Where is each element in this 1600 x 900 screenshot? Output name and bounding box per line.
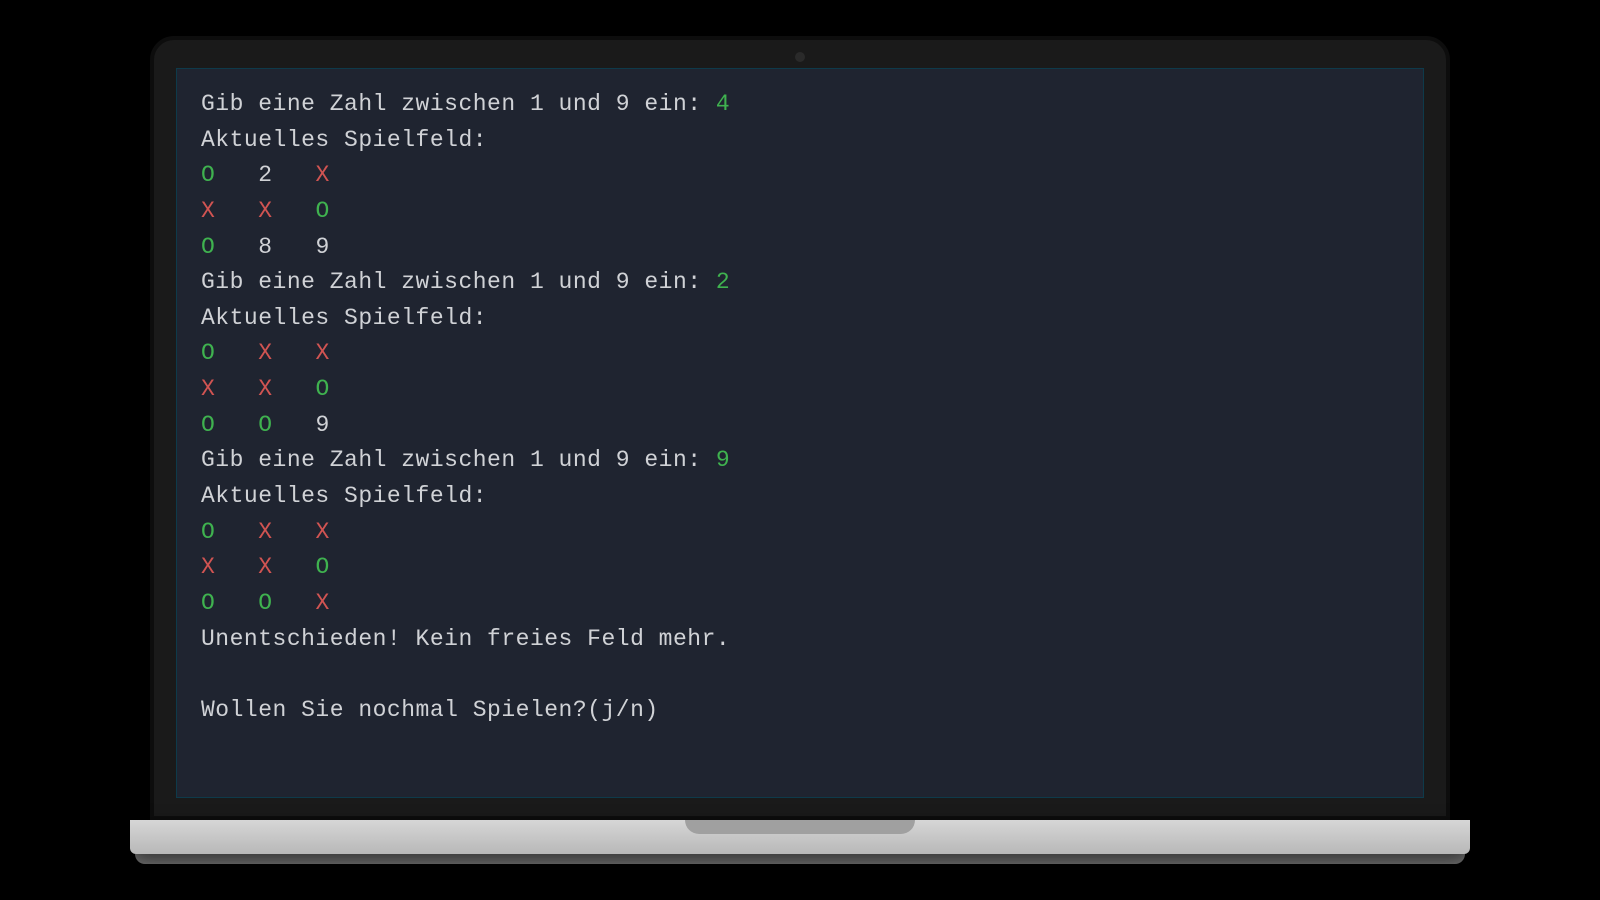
user-input[interactable]: 4	[716, 91, 730, 117]
board-cell: X	[258, 376, 272, 402]
board-row: O 2 X	[201, 158, 1399, 194]
user-input[interactable]: 2	[716, 269, 730, 295]
prompt-text: Gib eine Zahl zwischen 1 und 9 ein:	[201, 91, 716, 117]
board-cell: O	[201, 519, 215, 545]
board-cell: 8	[258, 234, 272, 260]
result-message: Unentschieden! Kein freies Feld mehr.	[201, 622, 1399, 658]
board-cell: 9	[315, 234, 329, 260]
board-cell: O	[201, 340, 215, 366]
board-cell: O	[315, 554, 329, 580]
terminal-output[interactable]: Gib eine Zahl zwischen 1 und 9 ein: 4 Akt…	[176, 68, 1424, 798]
board-cell: X	[201, 554, 215, 580]
board-cell: X	[315, 340, 329, 366]
board-cell: O	[315, 198, 329, 224]
prompt-text: Gib eine Zahl zwischen 1 und 9 ein:	[201, 447, 716, 473]
input-prompt-line: Gib eine Zahl zwischen 1 und 9 ein: 4	[201, 87, 1399, 123]
board-cell: X	[258, 340, 272, 366]
board-cell: O	[315, 376, 329, 402]
laptop-base	[130, 820, 1470, 854]
result-text: Unentschieden! Kein freies Feld mehr.	[201, 626, 730, 652]
replay-prompt-text: Wollen Sie nochmal Spielen?(j/n)	[201, 697, 659, 723]
board-header: Aktuelles Spielfeld:	[201, 301, 1399, 337]
board-header: Aktuelles Spielfeld:	[201, 479, 1399, 515]
board-cell: O	[201, 412, 215, 438]
trackpad-notch	[685, 820, 915, 834]
board-cell: X	[315, 162, 329, 188]
board-header-text: Aktuelles Spielfeld:	[201, 483, 487, 509]
board-cell: 2	[258, 162, 272, 188]
laptop-bezel: Gib eine Zahl zwischen 1 und 9 ein: 4 Akt…	[150, 36, 1450, 820]
replay-prompt[interactable]: Wollen Sie nochmal Spielen?(j/n)	[201, 693, 1399, 729]
laptop-foot	[135, 854, 1465, 864]
input-prompt-line: Gib eine Zahl zwischen 1 und 9 ein: 2	[201, 265, 1399, 301]
board-cell: X	[315, 590, 329, 616]
board-row: X X O	[201, 550, 1399, 586]
board-row: X X O	[201, 372, 1399, 408]
board-cell: O	[201, 590, 215, 616]
board-cell: X	[258, 519, 272, 545]
board-header: Aktuelles Spielfeld:	[201, 123, 1399, 159]
board-row: O X X	[201, 515, 1399, 551]
board-cell: X	[201, 198, 215, 224]
board-cell: X	[201, 376, 215, 402]
board-row: X X O	[201, 194, 1399, 230]
board-cell: O	[201, 234, 215, 260]
board-row: O O 9	[201, 408, 1399, 444]
blank-line	[201, 657, 1399, 693]
board-cell: X	[315, 519, 329, 545]
input-prompt-line: Gib eine Zahl zwischen 1 und 9 ein: 9	[201, 443, 1399, 479]
board-row: O 8 9	[201, 230, 1399, 266]
prompt-text: Gib eine Zahl zwischen 1 und 9 ein:	[201, 269, 716, 295]
board-cell: X	[258, 554, 272, 580]
board-header-text: Aktuelles Spielfeld:	[201, 127, 487, 153]
board-header-text: Aktuelles Spielfeld:	[201, 305, 487, 331]
laptop-mockup: Gib eine Zahl zwischen 1 und 9 ein: 4 Akt…	[150, 36, 1450, 864]
board-cell: 9	[315, 412, 329, 438]
user-input[interactable]: 9	[716, 447, 730, 473]
board-cell: O	[258, 412, 272, 438]
board-row: O O X	[201, 586, 1399, 622]
board-row: O X X	[201, 336, 1399, 372]
webcam-icon	[795, 52, 805, 62]
board-cell: O	[201, 162, 215, 188]
board-cell: X	[258, 198, 272, 224]
board-cell: O	[258, 590, 272, 616]
